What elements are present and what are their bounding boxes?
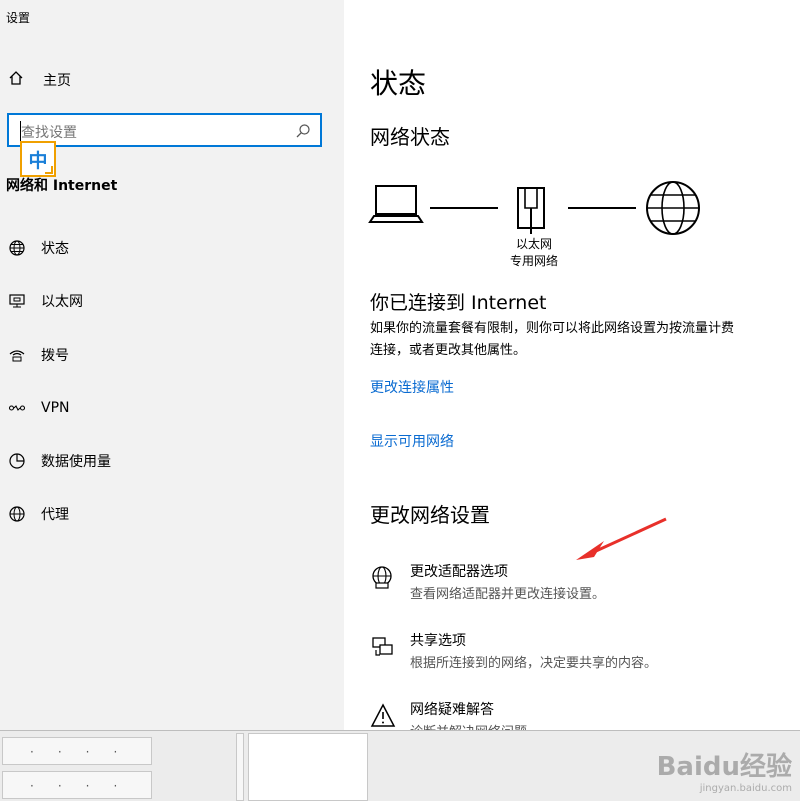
- search-icon[interactable]: [295, 123, 311, 143]
- annotation-arrow: [576, 517, 667, 560]
- sidebar-item-vpn[interactable]: VPN: [6, 395, 70, 421]
- internet-globe-icon: [646, 181, 700, 235]
- sidebar-item-proxy[interactable]: 代理: [6, 501, 69, 527]
- adapter-name: 以太网: [515, 237, 552, 251]
- network-diagram: [368, 181, 700, 235]
- search-placeholder: 查找设置: [21, 125, 77, 141]
- connection-title: 你已连接到 Internet: [370, 292, 547, 314]
- warning-icon: [370, 703, 396, 729]
- watermark-brand: Baidu经验: [656, 752, 792, 782]
- sidebar-item-label: 状态: [41, 241, 69, 257]
- ethernet-icon: [6, 290, 28, 312]
- sidebar-item-label: VPN: [41, 400, 70, 416]
- home-icon: [8, 70, 24, 90]
- globe-status-icon: [6, 237, 28, 259]
- background-panel: [248, 733, 368, 801]
- background-dots: ····: [30, 779, 142, 793]
- baidu-watermark: Baidu经验 jingyan.baidu.com: [657, 746, 792, 794]
- home-label: 主页: [43, 73, 71, 89]
- laptop-icon: [368, 185, 424, 223]
- option-description: 诊断并解决网络问题: [410, 721, 527, 730]
- ethernet-adapter-icon: [517, 187, 545, 234]
- adapter-label: 以太网 专用网络: [494, 236, 574, 270]
- connection-description-line: 如果你的流量套餐有限制，则你可以将此网络设置为按流量计费: [370, 321, 735, 336]
- option-title: 更改适配器选项: [410, 564, 508, 580]
- sidebar-item-data-usage[interactable]: 数据使用量: [6, 448, 111, 474]
- window-title: 设置: [6, 11, 31, 25]
- page-title: 状态: [370, 67, 427, 100]
- sidebar-item-label: 以太网: [41, 294, 83, 310]
- vpn-icon: [6, 397, 28, 419]
- ime-mode-indicator[interactable]: 中: [20, 141, 56, 177]
- sidebar-item-ethernet[interactable]: 以太网: [6, 288, 83, 314]
- background-divider: [236, 733, 244, 801]
- show-available-networks-link[interactable]: 显示可用网络: [370, 431, 454, 451]
- adapter-globe-icon: [370, 565, 396, 591]
- data-usage-icon: [6, 450, 28, 472]
- sidebar-item-label: 代理: [41, 507, 69, 523]
- sidebar-item-label: 拨号: [41, 348, 69, 364]
- sidebar-item-dialup[interactable]: 拨号: [6, 342, 69, 368]
- connection-description: 如果你的流量套餐有限制，则你可以将此网络设置为按流量计费 连接，或者更改其他属性…: [370, 318, 800, 362]
- sharing-icon: [370, 634, 396, 660]
- main-content: 状态 网络状态 以太网 专用网络 你已连接到 Internet 如果你的流量套餐…: [344, 0, 800, 730]
- adapter-type: 专用网络: [509, 254, 558, 268]
- home-nav-item[interactable]: 主页: [8, 68, 71, 92]
- option-title: 网络疑难解答: [410, 702, 494, 718]
- globe-proxy-icon: [6, 503, 28, 525]
- network-status-heading: 网络状态: [370, 125, 450, 149]
- change-connection-properties-link[interactable]: 更改连接属性: [370, 377, 454, 397]
- sidebar-item-label: 数据使用量: [41, 454, 111, 470]
- watermark-url: jingyan.baidu.com: [699, 783, 792, 794]
- option-description: 根据所连接到的网络，决定要共享的内容。: [410, 656, 658, 671]
- option-title: 共享选项: [410, 633, 466, 649]
- dialup-icon: [6, 344, 28, 366]
- option-description: 查看网络适配器并更改连接设置。: [410, 587, 606, 602]
- sidebar-item-status[interactable]: 状态: [6, 235, 69, 261]
- connection-description-line: 连接，或者更改其他属性。: [370, 343, 527, 358]
- ime-corner-mark: [45, 166, 53, 174]
- sidebar: 设置 主页 查找设置 中 网络和 Internet 状态 以太网 拨号 VPN …: [0, 0, 344, 730]
- change-network-settings-heading: 更改网络设置: [370, 503, 490, 527]
- background-dots: ····: [30, 745, 142, 759]
- section-title: 网络和 Internet: [6, 178, 118, 194]
